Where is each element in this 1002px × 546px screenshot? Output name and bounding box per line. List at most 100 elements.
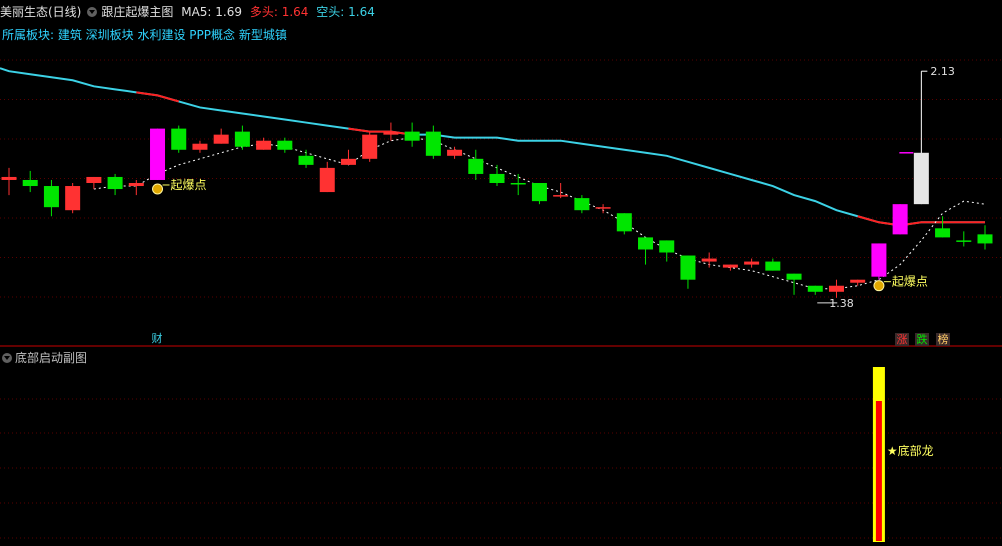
candle [616,213,632,235]
candle [192,140,208,153]
candle [171,125,187,153]
candle-body [616,213,632,232]
candle [786,273,802,295]
candle-body [298,155,314,165]
candle-body [786,273,802,280]
candle [362,131,378,162]
candle-body [192,143,208,150]
candle-body [256,140,272,150]
high-label: 2.13 [930,65,955,78]
candle-body [807,285,823,292]
candle [298,149,314,168]
candle [850,279,866,286]
candle-body [553,195,569,197]
candle-body [447,149,463,156]
candle [107,173,123,196]
candle-body [510,183,526,185]
cai-marker: 财 [152,331,163,345]
bottom-signal-bar-inner [875,401,882,541]
candle-body [913,152,929,205]
ma-dotted-line [93,137,986,290]
candle-body [468,158,484,174]
candle [744,258,760,268]
candle [828,279,844,298]
candle-body [340,158,356,165]
candle [680,255,696,289]
candle-body [128,183,144,187]
ma-long-red-segment [348,127,413,136]
candle-body [22,179,38,187]
candle-body [277,140,293,150]
candle [319,161,335,193]
candle [65,183,81,214]
candle-body [828,285,844,292]
candle-body [43,186,59,208]
candle-body [956,240,972,242]
candle-body [595,207,611,209]
tag-bang[interactable]: 榜 [936,333,950,346]
candle [1,167,17,196]
ma-long-red-segment [136,91,180,103]
candle [935,216,951,238]
candle [977,225,993,250]
candle [234,125,250,150]
candle-body [701,258,717,262]
candle [489,164,505,187]
candle-body [404,131,420,141]
candle-body [425,131,441,156]
candle [447,146,463,159]
tag-die[interactable]: 跌 [915,333,929,346]
candle [638,237,654,265]
candle [531,183,547,205]
candle [22,170,38,193]
candle-body [638,237,654,250]
candle [659,240,675,262]
candle-body [1,176,17,180]
candle-body [213,134,229,144]
candle [807,285,823,295]
candle-body [489,173,505,183]
candle-body [383,131,399,135]
qibao-label: 起爆点 [892,275,928,289]
candle [213,128,229,144]
candle [722,264,738,271]
candle [128,179,144,196]
candle-body [171,128,187,150]
candle [43,179,59,217]
candle [340,149,356,165]
candle-body [86,176,102,183]
candle-body [234,131,250,147]
candle [956,231,972,247]
candle [425,125,441,159]
tag-zhang[interactable]: 涨 [895,333,909,346]
candle-body [319,167,335,193]
candle-body [850,279,866,283]
candle-body [680,255,696,280]
candle [574,195,590,214]
price-chart[interactable]: 起爆点起爆点2.131.38财★底部龙 [0,0,1002,546]
candle [510,173,526,196]
candle [553,183,569,199]
candle-body [150,128,166,180]
candle-body [744,261,760,265]
candle-body [531,183,547,202]
candle-body [892,204,908,235]
candle-body [362,134,378,159]
candle-body [107,176,123,190]
candle [383,122,399,141]
candle [86,176,102,190]
ma-long-line [0,67,985,227]
candle [765,258,781,271]
qibao-label: 起爆点 [171,178,207,192]
candle [404,122,420,147]
candle-body [65,186,81,211]
money-bag-icon [152,183,164,195]
candle-body [574,198,590,211]
candle [913,71,929,205]
candle-body [977,234,993,244]
candle [150,128,166,180]
candle [277,137,293,153]
candle-body [765,261,781,271]
bottom-dragon-label: ★底部龙 [887,443,934,458]
candle-body [659,240,675,253]
